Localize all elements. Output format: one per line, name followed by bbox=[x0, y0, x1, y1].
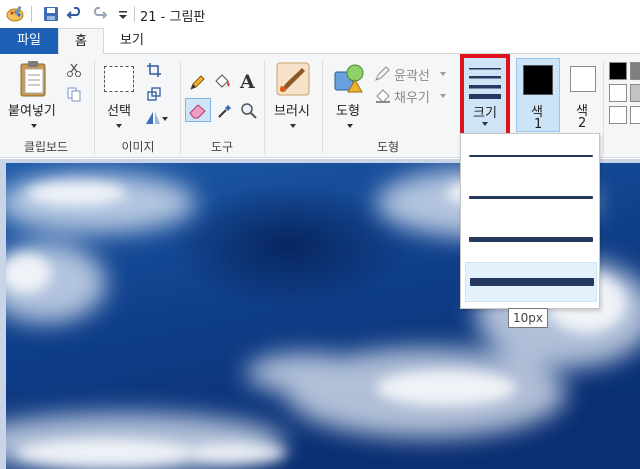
shapes-group-label: 도형 bbox=[376, 140, 400, 154]
shapes-dropdown-icon[interactable] bbox=[347, 124, 353, 128]
ribbon-tab-bar: 파일 홈 보기 bbox=[0, 28, 640, 55]
resize-icon[interactable] bbox=[146, 86, 162, 102]
save-icon[interactable] bbox=[42, 5, 60, 23]
tools-group-label: 도구 bbox=[210, 140, 234, 154]
size-option-3px[interactable] bbox=[465, 178, 597, 218]
select-button-label[interactable]: 선택 bbox=[107, 100, 131, 119]
copy-icon[interactable] bbox=[66, 86, 82, 102]
size-tooltip: 10px bbox=[508, 308, 548, 328]
eraser-tool-selected[interactable] bbox=[185, 98, 211, 122]
clipboard-group-label: 클립보드 bbox=[23, 140, 69, 154]
size-option-10px[interactable] bbox=[465, 262, 597, 302]
paste-icon[interactable] bbox=[18, 60, 50, 98]
palette-swatch-light-gray[interactable] bbox=[630, 84, 640, 102]
group-separator bbox=[264, 60, 265, 154]
palette-swatch-custom[interactable] bbox=[630, 106, 640, 124]
group-separator bbox=[180, 60, 181, 154]
outline-dropdown-icon[interactable] bbox=[440, 72, 446, 76]
color2-label-line2: 2 bbox=[578, 116, 587, 131]
tab-home[interactable]: 홈 bbox=[58, 28, 104, 55]
title-separator bbox=[134, 6, 135, 22]
image-group-label: 이미지 bbox=[121, 140, 155, 154]
size-dropdown-icon bbox=[482, 122, 488, 126]
size-option-1px[interactable] bbox=[465, 136, 597, 176]
outline-button-label[interactable]: 윤곽선 bbox=[394, 65, 430, 84]
brushes-dropdown-icon[interactable] bbox=[290, 124, 296, 128]
select-dropdown-icon[interactable] bbox=[116, 124, 122, 128]
fill-button-label[interactable]: 채우기 bbox=[394, 87, 430, 106]
magnifier-icon[interactable] bbox=[240, 102, 258, 120]
size-button-label: 크기 bbox=[473, 106, 497, 121]
fill-bucket-icon[interactable] bbox=[212, 72, 232, 92]
size-option-line bbox=[470, 278, 594, 286]
line-size-icon bbox=[469, 68, 501, 99]
eraser-icon bbox=[189, 104, 206, 119]
color2-swatch bbox=[570, 66, 596, 92]
size-dropdown-menu bbox=[460, 133, 600, 309]
palette-swatch-custom[interactable] bbox=[609, 106, 627, 124]
color1-label-line2: 1 bbox=[534, 117, 543, 132]
palette-swatch-black[interactable] bbox=[609, 62, 627, 80]
group-separator bbox=[603, 60, 604, 154]
group-separator bbox=[94, 60, 95, 154]
size-button-inner: 크기 bbox=[467, 60, 503, 138]
tab-view[interactable]: 보기 bbox=[106, 28, 158, 54]
color1-swatch bbox=[523, 65, 553, 95]
size-option-line bbox=[469, 155, 593, 157]
brush-icon[interactable] bbox=[276, 62, 310, 96]
shapes-icon[interactable] bbox=[333, 62, 365, 94]
customize-dropdown-icon[interactable] bbox=[114, 5, 132, 23]
paint-app-icon[interactable] bbox=[6, 5, 24, 23]
size-option-line bbox=[469, 237, 593, 242]
paste-button-label[interactable]: 붙여넣기 bbox=[8, 100, 56, 119]
tab-file[interactable]: 파일 bbox=[0, 28, 58, 54]
rotate-icon[interactable] bbox=[144, 110, 168, 126]
redo-icon[interactable] bbox=[90, 5, 108, 23]
shapes-button-label[interactable]: 도형 bbox=[336, 100, 360, 119]
undo-icon[interactable] bbox=[66, 5, 84, 23]
color-picker-icon[interactable] bbox=[216, 102, 234, 120]
title-bar: 21 - 그림판 bbox=[0, 0, 640, 28]
svg-text:A: A bbox=[239, 71, 255, 92]
paste-dropdown-icon[interactable] bbox=[31, 124, 37, 128]
outline-icon[interactable] bbox=[374, 66, 390, 82]
palette-swatch-gray[interactable] bbox=[630, 62, 640, 80]
cut-icon[interactable] bbox=[66, 62, 82, 78]
title-separator bbox=[31, 6, 32, 22]
window-title: 21 - 그림판 bbox=[140, 10, 206, 25]
crop-icon[interactable] bbox=[146, 62, 162, 78]
size-option-5px[interactable] bbox=[465, 220, 597, 260]
group-separator bbox=[322, 60, 323, 154]
fill-icon[interactable] bbox=[374, 88, 392, 104]
color1-button[interactable]: 색 1 bbox=[516, 58, 560, 132]
pencil-icon[interactable] bbox=[188, 74, 206, 92]
palette-swatch-white[interactable] bbox=[609, 84, 627, 102]
fill-dropdown-icon[interactable] bbox=[440, 94, 446, 98]
size-option-line bbox=[469, 196, 593, 199]
select-icon[interactable] bbox=[104, 66, 134, 92]
text-tool-icon[interactable]: A bbox=[238, 70, 258, 92]
size-button[interactable]: 크기 bbox=[460, 54, 510, 140]
brushes-button-label[interactable]: 브러시 bbox=[274, 100, 310, 119]
